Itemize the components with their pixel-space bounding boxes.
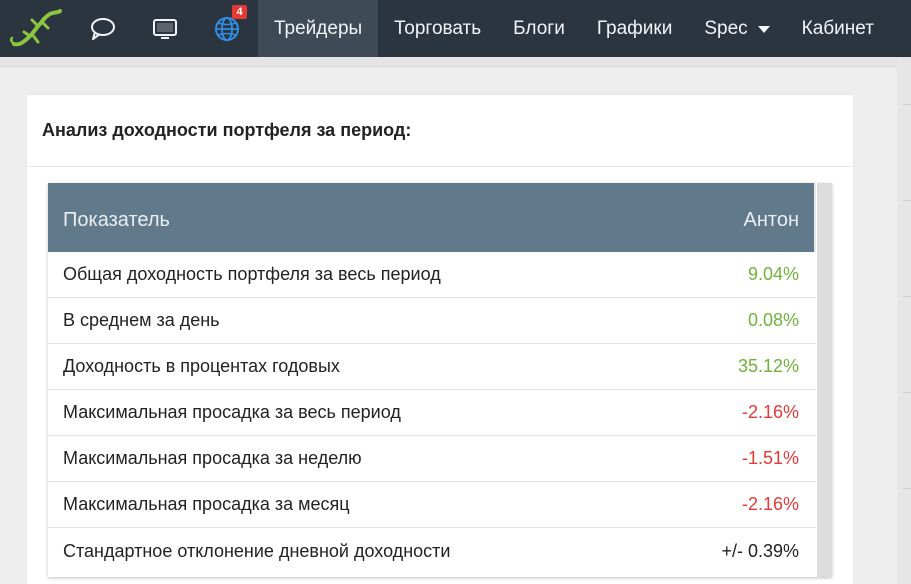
header-user: Антон bbox=[743, 209, 800, 231]
table-body: Общая доходность портфеля за весь период… bbox=[48, 252, 816, 574]
lizard-logo[interactable] bbox=[0, 0, 72, 57]
table-row: Стандартное отклонение дневной доходност… bbox=[48, 528, 816, 574]
analysis-table: Показатель Антон Общая доходность портфе… bbox=[48, 183, 832, 577]
nav-spec-dropdown[interactable]: Spec bbox=[688, 0, 785, 57]
row-label: Максимальная просадка за месяц bbox=[63, 494, 350, 514]
table-row: Максимальная просадка за месяц -2.16% bbox=[48, 482, 816, 528]
portfolio-analysis-card: Анализ доходности портфеля за период: По… bbox=[27, 95, 853, 584]
card-title: Анализ доходности портфеля за период: bbox=[27, 95, 853, 167]
notification-badge: 4 bbox=[232, 5, 247, 19]
nav-traders[interactable]: Трейдеры bbox=[258, 0, 379, 57]
row-value: 0.08% bbox=[747, 310, 799, 330]
row-label: Общая доходность портфеля за весь период bbox=[63, 264, 441, 284]
row-label: Доходность в процентах годовых bbox=[63, 356, 340, 376]
nav-charts[interactable]: Графики bbox=[581, 0, 689, 57]
table-row: Максимальная просадка за неделю -1.51% bbox=[48, 436, 816, 482]
nav-spec-label: Spec bbox=[704, 17, 748, 39]
row-label: В среднем за день bbox=[63, 310, 220, 330]
nav-cabinet[interactable]: Кабинет bbox=[786, 0, 890, 57]
row-label: Стандартное отклонение дневной доходност… bbox=[63, 540, 451, 561]
header-indicator: Показатель bbox=[63, 209, 170, 231]
row-value: -2.16% bbox=[741, 402, 799, 422]
nav-blogs[interactable]: Блоги bbox=[497, 0, 581, 57]
table-row: Общая доходность портфеля за весь период… bbox=[48, 252, 816, 298]
table-scrollbar[interactable] bbox=[817, 183, 832, 577]
navbar-shadow-strip bbox=[0, 57, 911, 67]
row-label: Максимальная просадка за неделю bbox=[63, 448, 362, 468]
row-value: 35.12% bbox=[737, 356, 799, 376]
table-row: Максимальная просадка за весь период -2.1… bbox=[48, 390, 816, 436]
globe-icon[interactable]: 4 bbox=[196, 0, 258, 57]
row-value: 9.04% bbox=[747, 264, 799, 284]
monitor-icon[interactable] bbox=[134, 0, 196, 57]
row-value: +/- 0.39% bbox=[721, 540, 799, 561]
table-row: Доходность в процентах годовых 35.12% bbox=[48, 344, 816, 390]
row-value: -1.51% bbox=[741, 448, 799, 468]
row-label: Максимальная просадка за весь период bbox=[63, 402, 401, 422]
table-row: В среднем за день 0.08% bbox=[48, 298, 816, 344]
chat-bubble-icon[interactable] bbox=[72, 0, 134, 57]
nav-trade[interactable]: Торговать bbox=[378, 0, 497, 57]
top-navbar: 4 Трейдеры Торговать Блоги Графики Spec … bbox=[0, 0, 911, 57]
caret-down-icon bbox=[757, 26, 770, 33]
row-value: -2.16% bbox=[741, 494, 799, 514]
table-header: Показатель Антон bbox=[48, 183, 816, 252]
page-scrollbar[interactable] bbox=[897, 57, 911, 584]
